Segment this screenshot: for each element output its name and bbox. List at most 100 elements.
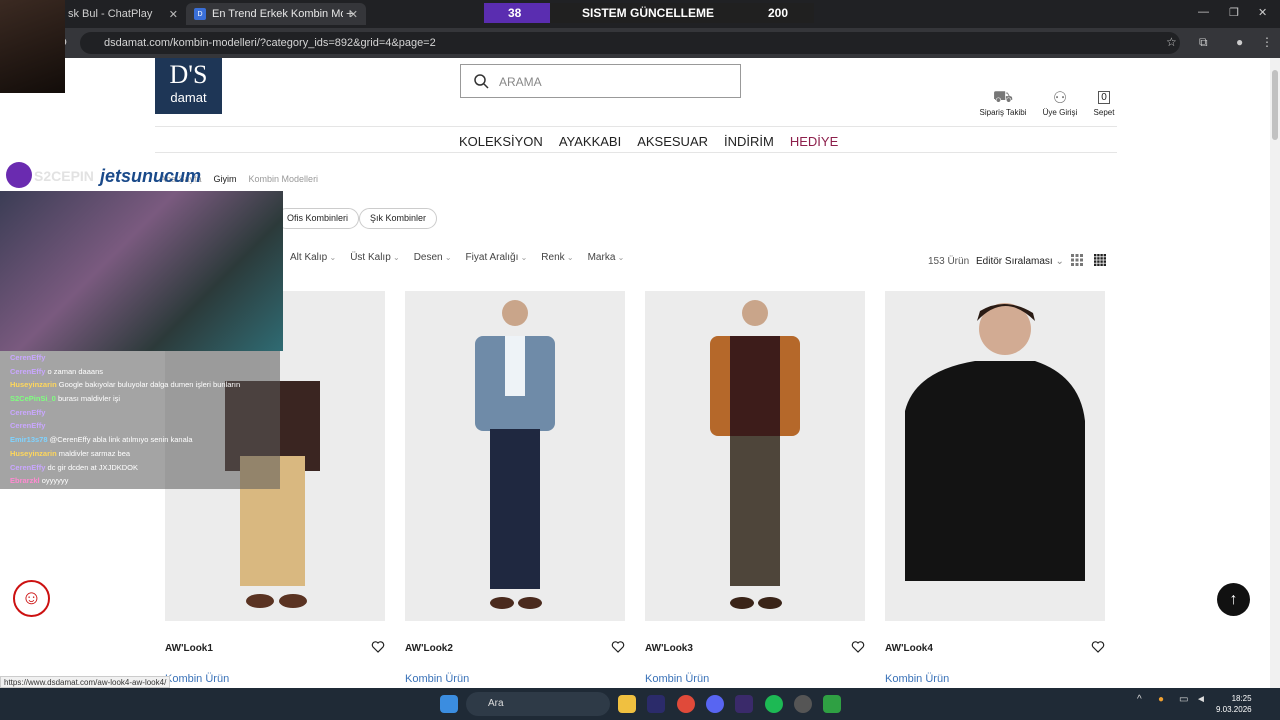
maximize-icon[interactable]: ❐ xyxy=(1229,6,1239,19)
stream-promo-banner: 38 SISTEM GÜNCELLEME 200 xyxy=(484,3,814,23)
chip-ofis-kombinleri[interactable]: Ofis Kombinleri xyxy=(276,208,360,229)
tab-chatplay[interactable]: sk Bul - ChatPlay ✕ xyxy=(60,3,186,25)
filter-fiyat[interactable]: Fiyat Aralığı xyxy=(466,252,528,263)
product-tag[interactable]: Kombin Ürün xyxy=(885,673,949,685)
spotify-icon[interactable] xyxy=(765,695,783,713)
grid-3-icon[interactable] xyxy=(1071,254,1083,266)
clock-date: 9.03.2026 xyxy=(1216,705,1252,714)
app-icon[interactable] xyxy=(823,695,841,713)
chevron-down-icon: ⌄ xyxy=(1055,256,1064,267)
filter-desen[interactable]: Desen xyxy=(414,252,452,263)
sort-dropdown[interactable]: Editör Sıralaması ⌄ xyxy=(976,256,1064,267)
heart-icon[interactable] xyxy=(611,640,625,654)
guest-webcam xyxy=(0,191,283,351)
chrome-icon[interactable] xyxy=(677,695,695,713)
order-tracking-button[interactable]: ⛟ Sipariş Takibi xyxy=(973,88,1033,117)
scrollbar-thumb[interactable] xyxy=(1272,70,1278,140)
sort-label: Editör Sıralaması xyxy=(976,256,1053,267)
tray-chevron-icon[interactable]: ^ xyxy=(1137,694,1142,705)
nav-ayakkabi[interactable]: AYAKKABI xyxy=(559,134,621,149)
minimize-icon[interactable]: — xyxy=(1198,6,1209,18)
logo-subtext: damat xyxy=(170,90,207,105)
filter-alt-kalip[interactable]: Alt Kalıp xyxy=(290,252,336,263)
chat-line: CerenEffy o zaman daaans xyxy=(10,366,103,376)
search-input[interactable]: ARAMA xyxy=(460,64,741,98)
product-name[interactable]: AW'Look2 xyxy=(405,643,453,654)
chat-line: CerenEffy xyxy=(10,407,46,417)
chat-line: Emir13s78 @CerenEffy abla link atılmıyo … xyxy=(10,435,193,445)
accessibility-icon: ☺ xyxy=(21,587,42,609)
chat-line: CerenEffy dc gir dcden at JXJDKDOK xyxy=(10,462,138,472)
filter-renk[interactable]: Renk xyxy=(541,252,573,263)
site-favicon-icon: D xyxy=(194,8,206,20)
header-divider xyxy=(155,126,1117,127)
close-icon[interactable]: ✕ xyxy=(169,8,178,21)
chat-line: CerenEffy xyxy=(10,421,46,431)
sponsor-brand-1: S2CEPIN xyxy=(34,168,94,184)
heart-icon[interactable] xyxy=(371,640,385,654)
filter-ust-kalip[interactable]: Üst Kalıp xyxy=(350,252,400,263)
nav-koleksiyon[interactable]: KOLEKSİYON xyxy=(459,134,543,149)
next-app-icon[interactable] xyxy=(735,695,753,713)
menu-icon[interactable]: ⋮ xyxy=(1261,35,1273,49)
volume-icon[interactable]: ◄ xyxy=(1196,694,1206,705)
heart-icon[interactable] xyxy=(1091,640,1105,654)
nav-divider xyxy=(155,152,1117,153)
product-image[interactable] xyxy=(405,291,625,621)
chat-line: S2CePinSi_0 burası maldivler işi xyxy=(10,394,121,404)
search-icon xyxy=(474,74,489,89)
nav-indirim[interactable]: İNDİRİM xyxy=(724,134,774,149)
premiere-icon[interactable] xyxy=(647,695,665,713)
heart-icon[interactable] xyxy=(851,640,865,654)
site-logo[interactable]: D'S damat xyxy=(155,58,222,114)
truck-icon: ⛟ xyxy=(992,89,1014,106)
windows-start-icon[interactable] xyxy=(440,695,458,713)
chip-sik-kombinler[interactable]: Şık Kombinler xyxy=(359,208,438,229)
product-tag[interactable]: Kombin Ürün xyxy=(165,673,229,685)
scroll-to-top-button[interactable]: ↑ xyxy=(1217,583,1250,616)
accessibility-button[interactable]: ☺ xyxy=(13,580,50,617)
tab-title: sk Bul - ChatPlay xyxy=(68,8,153,20)
system-clock[interactable]: 18:25 9.03.2026 xyxy=(1216,693,1252,715)
stream-chat: CerenEffy CerenEffy o zaman daaans Husey… xyxy=(0,351,280,489)
link-status-url: https://www.dsdamat.com/aw-look4-aw-look… xyxy=(0,676,171,688)
discord-icon[interactable] xyxy=(706,695,724,713)
promo-right-number: 200 xyxy=(768,6,789,20)
filter-marka[interactable]: Marka xyxy=(588,252,625,263)
product-count: 153 Ürün xyxy=(928,256,970,267)
filter-bar: Alt Kalıp Üst Kalıp Desen Fiyat Aralığı … xyxy=(290,252,624,263)
tab-dsdamat[interactable]: D En Trend Erkek Kombin Modelleri ✕ xyxy=(186,3,366,25)
nav-aksesuar[interactable]: AKSESUAR xyxy=(637,134,708,149)
close-window-icon[interactable]: ✕ xyxy=(1258,6,1267,19)
taskbar-search-label: Ara xyxy=(488,698,504,709)
extensions-icon[interactable]: ⧉ xyxy=(1199,35,1208,50)
product-tag[interactable]: Kombin Ürün xyxy=(645,673,709,685)
taskbar-search[interactable]: Ara xyxy=(466,692,610,716)
logo-text: D'S xyxy=(169,60,208,89)
product-image[interactable] xyxy=(885,291,1105,621)
bag-icon: 0 xyxy=(1098,91,1110,104)
nav-hediye[interactable]: HEDİYE xyxy=(790,134,838,149)
product-tag[interactable]: Kombin Ürün xyxy=(405,673,469,685)
product-image[interactable] xyxy=(645,291,865,621)
url-field[interactable]: dsdamat.com/kombin-modelleri/?category_i… xyxy=(80,32,1180,54)
streamer-webcam xyxy=(0,0,65,93)
promo-left-number: 38 xyxy=(508,6,522,20)
microphone-icon[interactable]: ● xyxy=(1158,694,1164,705)
network-icon[interactable]: ▭ xyxy=(1179,694,1188,705)
sponsor-brand-2: jetsunucum xyxy=(100,166,202,186)
bookmark-star-icon[interactable]: ☆ xyxy=(1166,35,1177,49)
product-name[interactable]: AW'Look3 xyxy=(645,643,693,654)
grid-4-icon[interactable] xyxy=(1094,254,1106,266)
page-scrollbar[interactable] xyxy=(1270,58,1280,688)
cart-button[interactable]: 0 Sepet xyxy=(1074,88,1134,117)
new-tab-button[interactable]: + xyxy=(346,5,354,21)
promo-title: SISTEM GÜNCELLEME xyxy=(582,6,715,20)
chat-line: Ebrarzkl oyyyyyy xyxy=(10,476,69,486)
product-name[interactable]: AW'Look1 xyxy=(165,643,213,654)
product-name[interactable]: AW'Look4 xyxy=(885,643,933,654)
profile-icon[interactable]: ● xyxy=(1236,35,1243,49)
obs-icon[interactable] xyxy=(794,695,812,713)
file-explorer-icon[interactable] xyxy=(618,695,636,713)
arrow-up-icon: ↑ xyxy=(1229,591,1238,608)
